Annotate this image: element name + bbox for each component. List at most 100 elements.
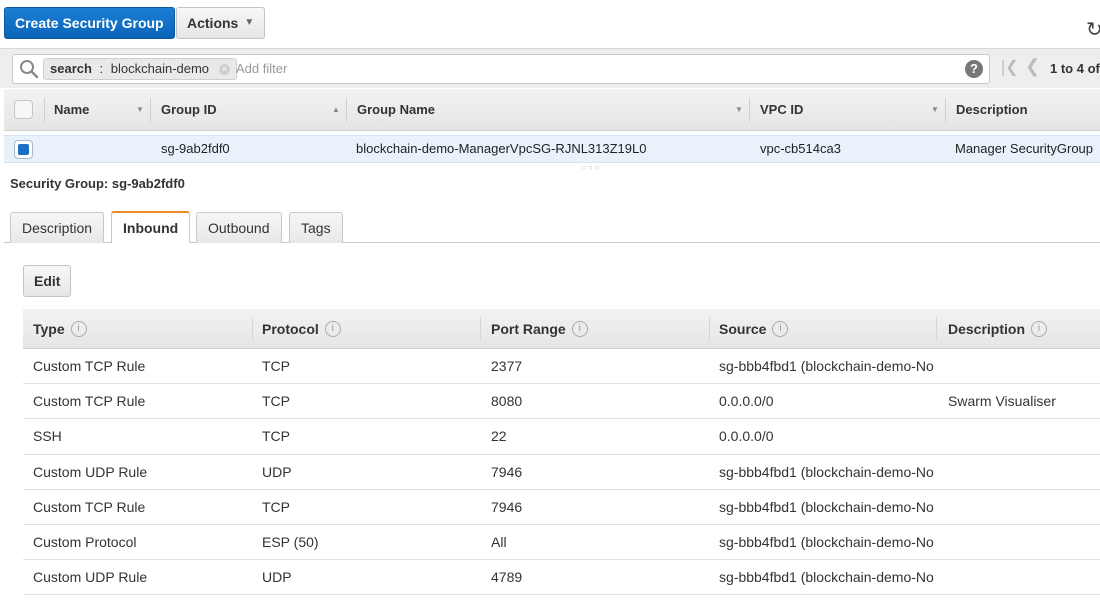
table-row: Custom TCP Rule TCP 8080 0.0.0.0/0 Swarm… xyxy=(23,384,1100,420)
actions-button[interactable]: Actions ▼ xyxy=(176,7,266,39)
cell-port-range: 8080 xyxy=(491,393,523,410)
chevron-down-icon: ▼ xyxy=(244,17,255,28)
cell-type: Custom TCP Rule xyxy=(33,358,146,374)
cell-source: 0.0.0.0/0 xyxy=(719,428,774,445)
cell-description: Swarm Visualiser xyxy=(948,393,1056,410)
cell-description: Manager SecurityGroup xyxy=(955,141,1094,156)
table-row: SSH TCP 22 0.0.0.0/0 xyxy=(23,419,1100,455)
select-all-checkbox[interactable] xyxy=(14,100,33,119)
sort-desc-icon[interactable]: ▼ xyxy=(931,89,939,131)
help-icon[interactable]: ? xyxy=(965,60,983,78)
cell-protocol: UDP xyxy=(262,569,292,586)
tab-description[interactable]: Description xyxy=(10,212,105,243)
column-header-group-id[interactable]: Group ID xyxy=(161,89,217,131)
column-header-port-range: Port Range i xyxy=(491,309,588,349)
info-icon[interactable]: i xyxy=(772,321,789,337)
pagination-text: 1 to 4 of xyxy=(1050,61,1100,76)
edit-button[interactable]: Edit xyxy=(23,265,72,297)
cell-port-range: 2377 xyxy=(491,358,523,374)
filter-token-key: search xyxy=(50,61,92,76)
column-header-group-name[interactable]: Group Name xyxy=(357,89,435,131)
add-filter-placeholder[interactable]: Add filter xyxy=(236,61,287,76)
cell-protocol: UDP xyxy=(262,463,292,480)
info-icon[interactable]: i xyxy=(70,321,87,337)
cell-port-range: 22 xyxy=(491,428,507,445)
cell-protocol: TCP xyxy=(262,393,290,410)
column-header-name[interactable]: Name xyxy=(54,89,89,131)
column-header-type: Type i xyxy=(33,309,87,349)
cell-port-range: All xyxy=(491,533,507,550)
cell-type: Custom UDP Rule xyxy=(33,463,148,480)
column-separator xyxy=(480,317,481,341)
sort-desc-icon[interactable]: ▼ xyxy=(136,89,144,131)
previous-page-icon[interactable]: ❮ xyxy=(1025,56,1040,77)
cell-protocol: ESP (50) xyxy=(262,533,319,550)
filter-token[interactable]: search : blockchain-demo × xyxy=(43,58,238,80)
info-icon[interactable]: i xyxy=(1031,321,1048,337)
table-row: Custom TCP Rule TCP 7946 sg-bbb4fbd1 (bl… xyxy=(23,490,1100,525)
filter-token-separator: : xyxy=(95,61,107,76)
column-header-source: Source i xyxy=(719,309,789,349)
column-label: Protocol xyxy=(262,321,319,337)
cell-port-range: 7946 xyxy=(491,498,523,515)
toolbar: Create Security Group Actions ▼ ↻ xyxy=(0,0,1100,48)
column-separator xyxy=(252,317,253,341)
search-icon xyxy=(20,60,39,79)
refresh-icon[interactable]: ↻ xyxy=(1086,20,1100,40)
cell-port-range: 4789 xyxy=(491,569,523,586)
cell-protocol: TCP xyxy=(262,358,290,374)
cell-type: Custom Protocol xyxy=(33,533,137,550)
cell-source: sg-bbb4fbd1 (blockchain-demo-No xyxy=(719,358,934,374)
cell-protocol: TCP xyxy=(262,498,290,515)
cell-type: Custom UDP Rule xyxy=(33,569,148,586)
column-separator xyxy=(346,98,347,122)
column-label: Description xyxy=(948,321,1026,337)
cell-source: sg-bbb4fbd1 (blockchain-demo-No xyxy=(719,533,934,550)
row-checkbox[interactable] xyxy=(14,140,33,159)
cell-source: sg-bbb4fbd1 (blockchain-demo-No xyxy=(719,498,934,515)
column-header-protocol: Protocol i xyxy=(262,309,341,349)
cell-protocol: TCP xyxy=(262,428,290,445)
remove-filter-icon[interactable]: × xyxy=(219,63,231,75)
cell-type: SSH xyxy=(33,428,62,445)
info-icon[interactable]: i xyxy=(324,321,341,337)
create-security-group-button[interactable]: Create Security Group xyxy=(4,7,175,39)
sort-desc-icon[interactable]: ▼ xyxy=(735,89,743,131)
actions-label: Actions xyxy=(187,15,239,31)
cell-source: sg-bbb4fbd1 (blockchain-demo-No xyxy=(719,463,934,480)
rules-table-body: Custom TCP Rule TCP 2377 sg-bbb4fbd1 (bl… xyxy=(23,349,1100,596)
table-row: Custom Protocol ESP (50) All sg-bbb4fbd1… xyxy=(23,525,1100,561)
cell-type: Custom TCP Rule xyxy=(33,498,146,515)
table-row: Custom UDP Rule UDP 4789 sg-bbb4fbd1 (bl… xyxy=(23,560,1100,596)
tab-outbound[interactable]: Outbound xyxy=(196,212,282,243)
column-separator xyxy=(150,98,151,122)
tab-tags[interactable]: Tags xyxy=(289,212,343,243)
column-header-description[interactable]: Description xyxy=(956,89,1028,131)
cell-type: Custom TCP Rule xyxy=(33,393,146,410)
tab-inbound[interactable]: Inbound xyxy=(111,211,191,243)
table-row[interactable]: sg-9ab2fdf0 blockchain-demo-ManagerVpcSG… xyxy=(4,135,1100,163)
table-row: Custom TCP Rule TCP 2377 sg-bbb4fbd1 (bl… xyxy=(23,349,1100,385)
table-row: Custom UDP Rule UDP 7946 sg-bbb4fbd1 (bl… xyxy=(23,455,1100,490)
filter-bar: search : blockchain-demo × Add filter ? xyxy=(0,48,1100,88)
column-separator xyxy=(709,317,710,341)
column-label: Type xyxy=(33,321,65,337)
column-separator xyxy=(749,98,750,122)
column-header-vpc-id[interactable]: VPC ID xyxy=(760,89,803,131)
sort-asc-icon[interactable]: ▲ xyxy=(332,89,340,131)
column-label: Source xyxy=(719,321,767,337)
filter-input[interactable]: search : blockchain-demo × Add filter ? xyxy=(12,54,990,84)
rules-table-header: Type i Protocol i Port Range i Source i … xyxy=(23,309,1100,349)
column-separator xyxy=(945,98,946,122)
resize-handle[interactable]: ○○○ xyxy=(581,163,602,172)
cell-source: sg-bbb4fbd1 (blockchain-demo-No xyxy=(719,569,934,586)
cell-source: 0.0.0.0/0 xyxy=(719,393,774,410)
filter-token-value: blockchain-demo xyxy=(110,61,210,76)
cell-port-range: 7946 xyxy=(491,463,523,480)
column-separator xyxy=(44,98,45,122)
first-page-icon[interactable]: |❮ xyxy=(1001,57,1019,77)
column-label: Port Range xyxy=(491,321,566,337)
details-title: Security Group: sg-9ab2fdf0 xyxy=(10,176,185,191)
info-icon[interactable]: i xyxy=(571,321,588,337)
cell-group-id: sg-9ab2fdf0 xyxy=(161,141,230,156)
